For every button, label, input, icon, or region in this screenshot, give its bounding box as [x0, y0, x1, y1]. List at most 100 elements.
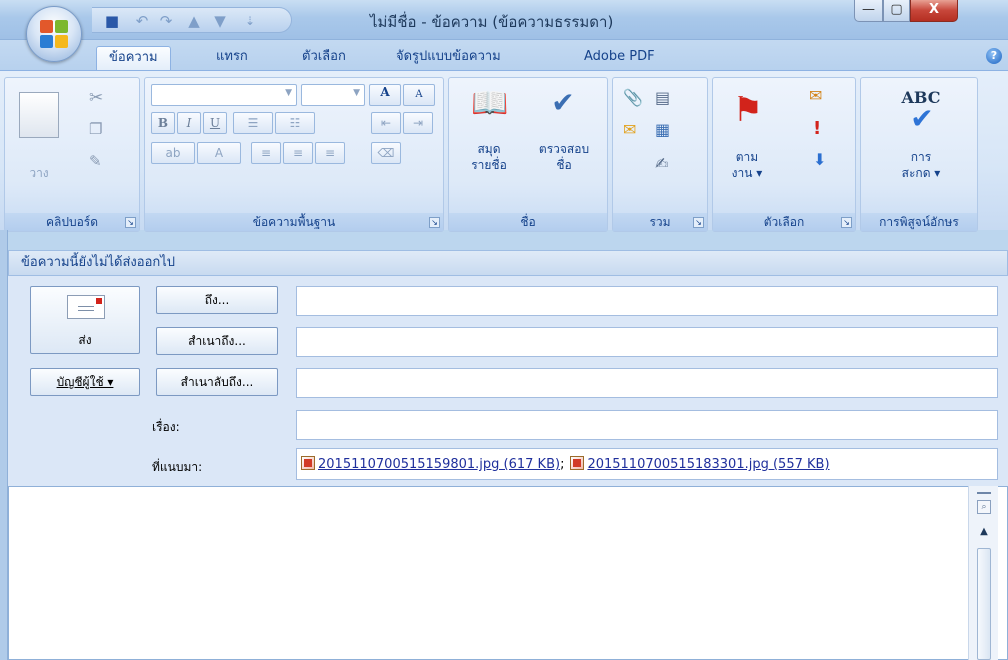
align-center-icon: ≡: [292, 146, 304, 160]
window-left-border: [0, 230, 8, 660]
to-field[interactable]: [296, 286, 998, 316]
follow-up-label-2[interactable]: งาน ▾: [717, 164, 777, 183]
group-basic-text: ▼ ▼ A A B I U ☰ ☷ ⇤ ⇥ ab A ≡ ≡ ≡ ⌫ ข้อคว…: [144, 77, 444, 232]
attach-file-icon[interactable]: 📎: [623, 88, 643, 107]
attached-label: ที่แนบมา:: [152, 460, 203, 474]
align-right-button[interactable]: ≡: [315, 142, 345, 164]
format-painter-icon[interactable]: ✎: [89, 152, 102, 170]
previous-item-icon[interactable]: ▲: [184, 11, 204, 31]
clear-format-button[interactable]: ⌫: [371, 142, 401, 164]
subject-label: เรื่อง:: [152, 420, 180, 434]
group-basic-text-label: ข้อความพื้นฐาน: [145, 213, 443, 231]
attach-item-icon[interactable]: ✉: [623, 120, 636, 139]
align-center-button[interactable]: ≡: [283, 142, 313, 164]
tab-message[interactable]: ข้อความ: [96, 46, 171, 70]
spelling-check-icon[interactable]: ✔: [905, 102, 939, 135]
business-card-icon[interactable]: ▤: [655, 88, 670, 107]
paste-icon[interactable]: [19, 92, 59, 138]
align-left-icon: ≡: [260, 146, 272, 160]
attachments-field: 2015110700515159801.jpg (617 KB); 2015110…: [296, 448, 998, 480]
grow-font-button[interactable]: A: [369, 84, 401, 106]
font-size-select[interactable]: ▼: [301, 84, 365, 106]
bullets-button[interactable]: ☰: [233, 112, 273, 134]
spelling-label-2[interactable]: สะกด ▾: [889, 164, 953, 183]
quick-access-toolbar: ■ ↶ ↷ ▲ ▼ ⇣: [92, 7, 292, 33]
clipboard-label-text: คลิปบอร์ด: [45, 215, 99, 229]
redo-icon[interactable]: ↷: [156, 11, 176, 31]
shrink-font-button[interactable]: A: [403, 84, 435, 106]
attachment-item[interactable]: 2015110700515159801.jpg (617 KB): [301, 456, 560, 472]
group-names: 📖 สมุด รายชื่อ ✔ ตรวจสอบ ชื่อ ชื่อ: [448, 77, 608, 232]
names-label-text: ชื่อ: [520, 215, 536, 229]
attachment-2-name: 2015110700515183301.jpg (557 KB): [587, 457, 830, 472]
group-options: ⚑ ตาม งาน ▾ ✉ ! ⬇ ตัวเลือก ↘: [712, 77, 856, 232]
cc-button[interactable]: สำเนาถึง...: [156, 327, 278, 355]
maximize-button[interactable]: ▢: [883, 0, 910, 22]
signature-icon[interactable]: ✍: [655, 154, 668, 173]
italic-button[interactable]: I: [177, 112, 201, 134]
title-bar: ■ ↶ ↷ ▲ ▼ ⇣ ไม่มีชื่อ - ข้อความ (ข้อความ…: [0, 0, 1008, 40]
options-launcher-icon[interactable]: ↘: [841, 217, 852, 228]
view-ruler-icon[interactable]: ⌕: [977, 500, 991, 514]
clipboard-launcher-icon[interactable]: ↘: [125, 217, 136, 228]
save-icon[interactable]: ■: [102, 11, 122, 31]
check-names-icon[interactable]: ✔: [541, 86, 585, 126]
copy-icon[interactable]: ❐: [89, 120, 102, 138]
numbering-button[interactable]: ☷: [275, 112, 315, 134]
image-file-icon: [570, 456, 585, 470]
calendar-icon[interactable]: ▦: [655, 120, 670, 139]
include-label-text: รวม: [649, 215, 671, 229]
vertical-scrollbar[interactable]: ⌕ ▲: [968, 486, 998, 660]
group-proofing: ABC ✔ การ สะกด ▾ การพิสูจน์อักษร: [860, 77, 978, 232]
bcc-field[interactable]: [296, 368, 998, 398]
scroll-thumb[interactable]: [977, 548, 991, 660]
undo-icon[interactable]: ↶: [132, 11, 152, 31]
tab-insert[interactable]: แทรก: [204, 46, 260, 70]
tab-options[interactable]: ตัวเลือก: [290, 46, 358, 70]
help-icon[interactable]: ?: [986, 48, 1002, 64]
address-book-icon[interactable]: 📖: [469, 86, 511, 126]
minimize-button[interactable]: —: [854, 0, 883, 22]
proofing-label-text: การพิสูจน์อักษร: [879, 215, 959, 229]
highlight-button[interactable]: ab: [151, 142, 195, 164]
cut-icon[interactable]: ✂: [89, 88, 103, 108]
decrease-indent-button[interactable]: ⇤: [371, 112, 401, 134]
high-importance-icon[interactable]: !: [813, 118, 821, 139]
cc-field[interactable]: [296, 327, 998, 357]
customize-qat-icon[interactable]: ⇣: [240, 11, 260, 31]
office-button[interactable]: [26, 6, 82, 62]
send-button[interactable]: ส่ง: [30, 286, 140, 354]
attachment-1-name: 2015110700515159801.jpg (617 KB): [318, 457, 561, 472]
next-item-icon[interactable]: ▼: [210, 11, 230, 31]
font-name-select[interactable]: ▼: [151, 84, 297, 106]
image-file-icon: [301, 456, 315, 470]
low-importance-icon[interactable]: ⬇: [813, 150, 826, 169]
options-label-text: ตัวเลือก: [763, 215, 805, 229]
tab-adobe-pdf[interactable]: Adobe PDF: [572, 46, 667, 70]
scroll-up-icon[interactable]: ▲: [977, 526, 991, 537]
bcc-button[interactable]: สำเนาลับถึง...: [156, 368, 278, 396]
tab-format-text[interactable]: จัดรูปแบบข้อความ: [384, 46, 513, 70]
message-body[interactable]: [8, 486, 1008, 660]
underline-button[interactable]: U: [203, 112, 227, 134]
bold-button[interactable]: B: [151, 112, 175, 134]
basic-text-label-text: ข้อความพื้นฐาน: [252, 215, 336, 229]
permission-icon[interactable]: ✉: [809, 86, 822, 105]
ruler-toggle-icon[interactable]: [977, 492, 991, 494]
attachment-item[interactable]: 2015110700515183301.jpg (557 KB): [570, 456, 830, 472]
group-clipboard: วาง ✂ ❐ ✎ คลิปบอร์ด ↘: [4, 77, 140, 232]
follow-up-flag-icon[interactable]: ⚑: [725, 90, 771, 130]
font-color-button[interactable]: A: [197, 142, 241, 164]
include-launcher-icon[interactable]: ↘: [693, 217, 704, 228]
address-book-label-2[interactable]: รายชื่อ: [459, 156, 519, 175]
check-names-label-2[interactable]: ชื่อ: [529, 156, 599, 175]
account-button[interactable]: บัญชีผู้ใช้ ▾: [30, 368, 140, 396]
subject-field[interactable]: [296, 410, 998, 440]
paste-label[interactable]: วาง: [19, 164, 59, 183]
to-button[interactable]: ถึง...: [156, 286, 278, 314]
increase-indent-button[interactable]: ⇥: [403, 112, 433, 134]
basic-text-launcher-icon[interactable]: ↘: [429, 217, 440, 228]
close-button[interactable]: X: [910, 0, 958, 22]
group-proofing-label: การพิสูจน์อักษร: [861, 213, 977, 231]
align-left-button[interactable]: ≡: [251, 142, 281, 164]
